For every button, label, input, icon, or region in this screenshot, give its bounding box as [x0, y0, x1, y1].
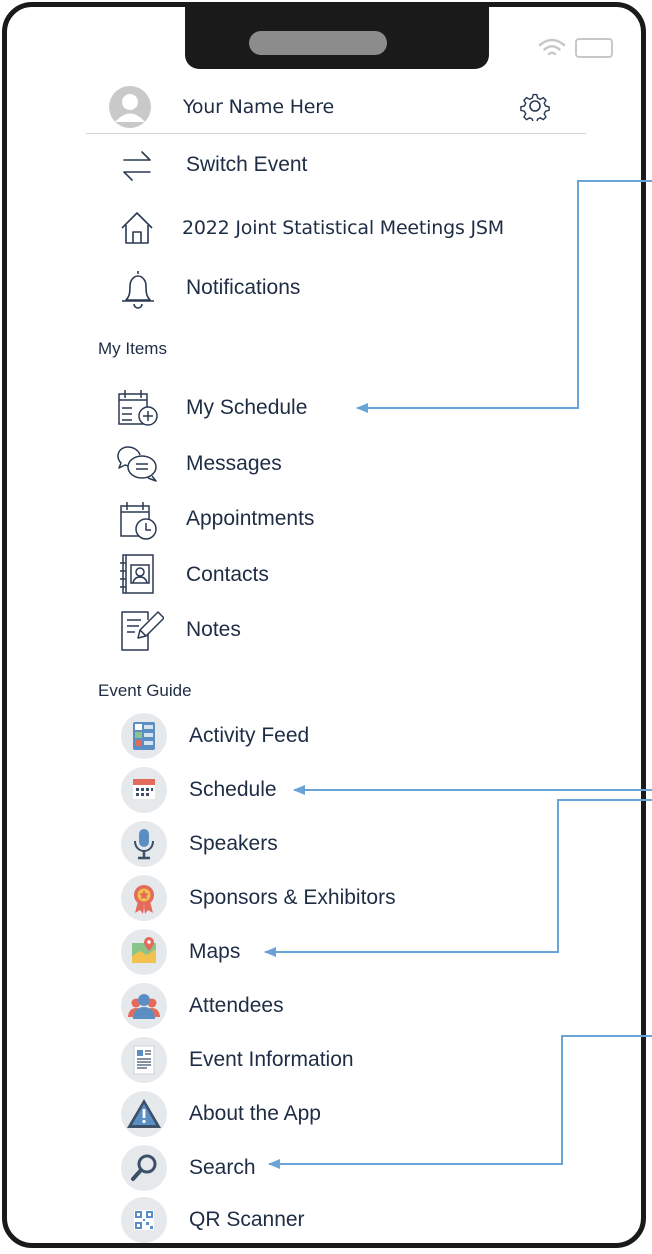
appointments-item[interactable]: Appointments — [186, 507, 314, 531]
search-item[interactable]: Search — [189, 1156, 256, 1180]
qr-code-icon[interactable] — [121, 1197, 167, 1243]
map-pin-icon[interactable] — [121, 929, 167, 975]
battery-icon — [575, 38, 613, 58]
calendar-icon[interactable] — [121, 767, 167, 813]
bell-icon[interactable] — [118, 268, 158, 310]
attendees-icon[interactable] — [121, 983, 167, 1029]
activity-feed-icon[interactable] — [121, 713, 167, 759]
home-icon[interactable] — [120, 210, 154, 246]
menu-switch-event[interactable]: Switch Event — [186, 153, 307, 177]
calendar-add-icon[interactable] — [116, 388, 160, 428]
contacts-item[interactable]: Contacts — [186, 563, 269, 587]
maps-item[interactable]: Maps — [189, 940, 240, 964]
gear-icon[interactable] — [520, 91, 550, 121]
event-guide-heading: Event Guide — [98, 681, 192, 700]
wifi-icon — [538, 38, 566, 56]
switch-arrows-icon[interactable] — [120, 148, 154, 184]
about-the-app-item[interactable]: About the App — [189, 1102, 321, 1126]
phone-speaker — [249, 31, 387, 55]
chat-bubbles-icon[interactable] — [116, 445, 160, 483]
calendar-clock-icon[interactable] — [118, 500, 160, 542]
attendees-item[interactable]: Attendees — [189, 994, 284, 1018]
my-schedule-item[interactable]: My Schedule — [186, 396, 307, 420]
schedule-item[interactable]: Schedule — [189, 778, 277, 802]
avatar-icon[interactable] — [108, 85, 152, 129]
sponsors-exhibitors-item[interactable]: Sponsors & Exhibitors — [189, 886, 396, 910]
profile-name[interactable]: Your Name Here — [183, 96, 334, 118]
status-bar — [537, 37, 613, 59]
event-information-item[interactable]: Event Information — [189, 1048, 354, 1072]
ribbon-award-icon[interactable] — [121, 875, 167, 921]
document-icon[interactable] — [121, 1037, 167, 1083]
qr-scanner-item[interactable]: QR Scanner — [189, 1208, 305, 1232]
contact-book-icon[interactable] — [118, 553, 158, 597]
activity-feed-item[interactable]: Activity Feed — [189, 724, 309, 748]
microphone-icon[interactable] — [121, 821, 167, 867]
notes-item[interactable]: Notes — [186, 618, 241, 642]
header-divider — [86, 133, 586, 134]
menu-event-name[interactable]: 2022 Joint Statistical Meetings JSM — [182, 217, 504, 239]
magnifier-icon[interactable] — [121, 1145, 167, 1191]
messages-item[interactable]: Messages — [186, 452, 282, 476]
speakers-item[interactable]: Speakers — [189, 832, 278, 856]
my-items-heading: My Items — [98, 339, 167, 358]
notes-pencil-icon[interactable] — [118, 608, 164, 652]
menu-notifications[interactable]: Notifications — [186, 276, 300, 300]
warning-triangle-icon[interactable] — [121, 1091, 167, 1137]
